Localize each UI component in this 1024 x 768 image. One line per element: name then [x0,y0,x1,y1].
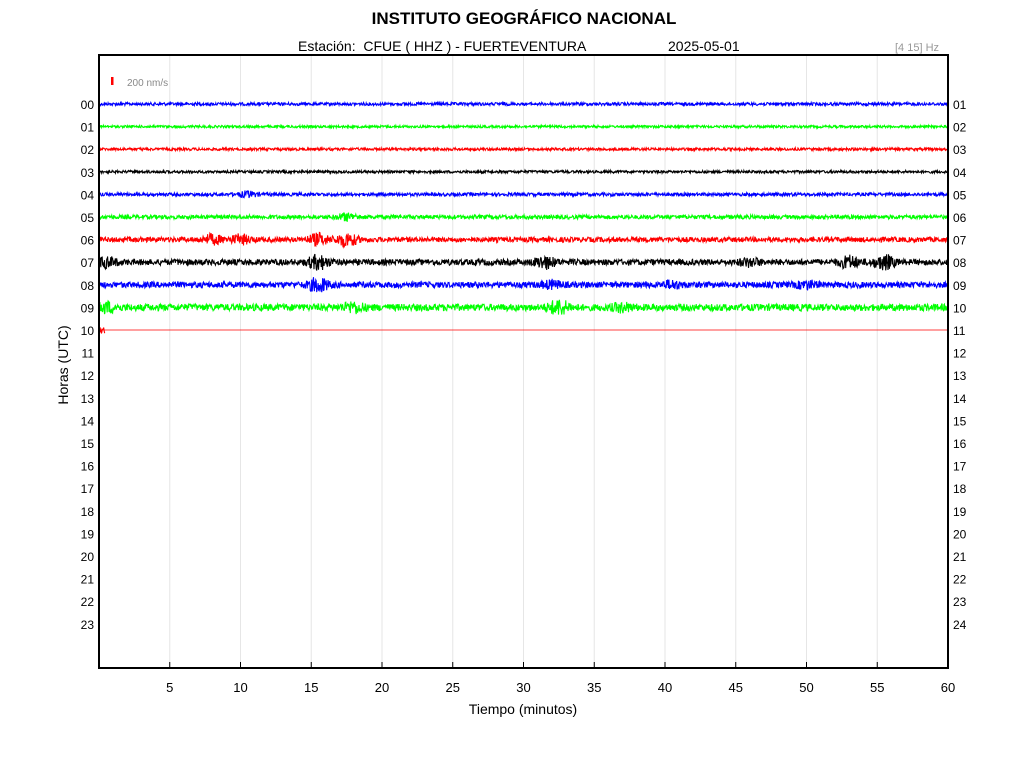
hour-label-left: 17 [81,482,95,496]
hour-label-left: 07 [81,256,95,270]
hour-label-right: 23 [953,595,967,609]
scale-bar-label: 200 nm/s [127,78,168,89]
x-tick-label: 55 [870,680,884,695]
hour-label-left: 04 [81,188,95,202]
hour-label-right: 09 [953,279,967,293]
hour-label-right: 24 [953,618,967,632]
hour-label-right: 13 [953,369,967,383]
hour-label-right: 10 [953,301,967,315]
hour-label-right: 15 [953,414,967,428]
hour-label-left: 03 [81,166,95,180]
hour-label-left: 18 [81,505,95,519]
x-tick-label: 35 [587,680,601,695]
x-tick-label: 50 [799,680,813,695]
hour-label-right: 18 [953,482,967,496]
x-tick-label: 20 [375,680,389,695]
hour-label-left: 22 [81,595,95,609]
x-axis-label: Tiempo (minutos) [469,701,577,717]
hour-label-right: 08 [953,256,967,270]
hour-label-right: 11 [953,324,966,338]
hour-label-left: 21 [81,573,95,587]
hour-label-right: 12 [953,347,967,361]
x-tick-label: 40 [658,680,672,695]
x-tick-label: 25 [446,680,460,695]
hour-label-right: 03 [953,143,967,157]
x-tick-label: 15 [304,680,318,695]
hour-label-left: 01 [81,121,95,135]
x-tick-label: 60 [941,680,955,695]
hour-label-right: 19 [953,505,967,519]
scale-bar-icon [111,77,114,85]
hour-label-right: 20 [953,527,967,541]
hour-label-right: 02 [953,121,967,135]
hour-label-left: 06 [81,234,95,248]
x-axis-ticks: 5 10 15 20 25 30 35 40 45 50 55 60 [166,662,955,695]
x-tick-label: 5 [166,680,173,695]
hour-label-left: 19 [81,527,95,541]
x-tick-label: 30 [516,680,530,695]
hour-label-right: 06 [953,211,967,225]
hour-label-right: 21 [953,550,967,564]
grid-lines [169,55,878,668]
hour-label-left: 00 [81,98,95,112]
hour-label-right: 14 [953,392,967,406]
hour-label-right: 17 [953,460,967,474]
hour-label-left: 05 [81,211,95,225]
y-axis-label: Horas (UTC) [55,325,71,404]
hour-label-left: 09 [81,301,95,315]
hour-label-left: 11 [82,347,95,361]
hour-label-right: 04 [953,166,967,180]
x-tick-label: 45 [729,680,743,695]
hour-label-right: 01 [953,98,967,112]
hour-label-left: 12 [81,369,95,383]
helicorder-chart: 5 10 15 20 25 30 35 40 45 50 55 60 00 01 02 03 04 05 06 07… [55,54,967,717]
hour-label-right: 16 [953,437,967,451]
x-tick-label: 10 [233,680,247,695]
hour-label-left: 15 [81,437,95,451]
hour-label-left: 08 [81,279,95,293]
hour-label-left: 20 [81,550,95,564]
hour-label-right: 07 [953,234,967,248]
hour-label-left: 23 [81,618,95,632]
hour-label-left: 16 [81,460,95,474]
hour-label-left: 14 [81,414,95,428]
hour-label-left: 13 [81,392,95,406]
hour-label-right: 22 [953,573,967,587]
hour-label-left: 10 [81,324,95,338]
hour-label-left: 02 [81,143,95,157]
hour-label-right: 05 [953,188,967,202]
